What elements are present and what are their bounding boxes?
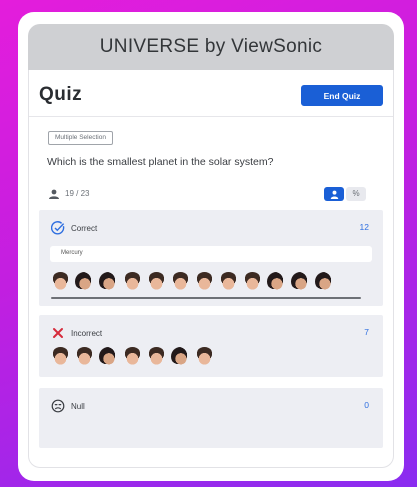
student-avatar[interactable]	[243, 272, 262, 291]
student-avatar[interactable]	[147, 272, 166, 291]
response-count-row: 19 / 23 %	[29, 185, 393, 205]
window-titlebar: UNIVERSE by ViewSonic	[28, 24, 394, 70]
student-avatar[interactable]	[147, 347, 166, 366]
incorrect-x-icon	[53, 328, 63, 338]
student-avatar[interactable]	[123, 272, 142, 291]
correct-card: Correct 12 Mercury	[39, 210, 383, 306]
person-view-toggle[interactable]	[324, 187, 344, 201]
incorrect-label: Incorrect	[71, 328, 103, 338]
response-count: 19 / 23	[65, 189, 90, 198]
quiz-screen: Quiz End Quiz Multiple Selection Which i…	[28, 70, 394, 468]
student-avatar[interactable]	[51, 347, 70, 366]
student-avatar[interactable]	[171, 347, 190, 366]
null-card: Null 0	[39, 388, 383, 448]
page-title: Quiz	[39, 84, 83, 105]
student-avatar[interactable]	[219, 272, 238, 291]
student-avatar[interactable]	[75, 272, 94, 291]
student-avatar[interactable]	[195, 272, 214, 291]
question-text: Which is the smallest planet in the sola…	[47, 156, 274, 168]
incorrect-count: 7	[364, 327, 369, 337]
student-avatar[interactable]	[291, 272, 310, 291]
student-avatar[interactable]	[171, 272, 190, 291]
correct-label: Correct	[71, 223, 98, 233]
student-avatar[interactable]	[99, 272, 118, 291]
null-label: Null	[71, 401, 85, 411]
person-icon	[330, 190, 338, 199]
student-avatar[interactable]	[195, 347, 214, 366]
header-divider	[29, 116, 393, 117]
correct-check-icon	[51, 221, 65, 235]
student-avatar[interactable]	[267, 272, 286, 291]
incorrect-card: Incorrect 7	[39, 315, 383, 377]
student-avatar[interactable]	[75, 347, 94, 366]
answer-option-chip: Mercury	[50, 246, 372, 262]
correct-count: 12	[359, 222, 369, 232]
question-type-badge: Multiple Selection	[48, 131, 113, 145]
student-avatar[interactable]	[123, 347, 142, 366]
student-avatar[interactable]	[51, 272, 70, 291]
avatar-scrollbar[interactable]	[51, 297, 361, 299]
participants-icon	[49, 189, 59, 199]
null-count: 0	[364, 400, 369, 410]
answer-option-text: Mercury	[61, 250, 83, 256]
correct-avatars	[51, 272, 334, 291]
end-quiz-button[interactable]: End Quiz	[301, 85, 383, 106]
student-avatar[interactable]	[99, 347, 118, 366]
incorrect-avatars	[51, 347, 214, 366]
student-avatar[interactable]	[315, 272, 334, 291]
device-frame: UNIVERSE by ViewSonic Quiz End Quiz Mult…	[18, 12, 404, 481]
percent-view-toggle[interactable]: %	[346, 187, 366, 201]
null-face-icon	[51, 399, 65, 413]
quiz-header: Quiz End Quiz	[29, 70, 393, 116]
window-title: UNIVERSE by ViewSonic	[99, 36, 323, 57]
